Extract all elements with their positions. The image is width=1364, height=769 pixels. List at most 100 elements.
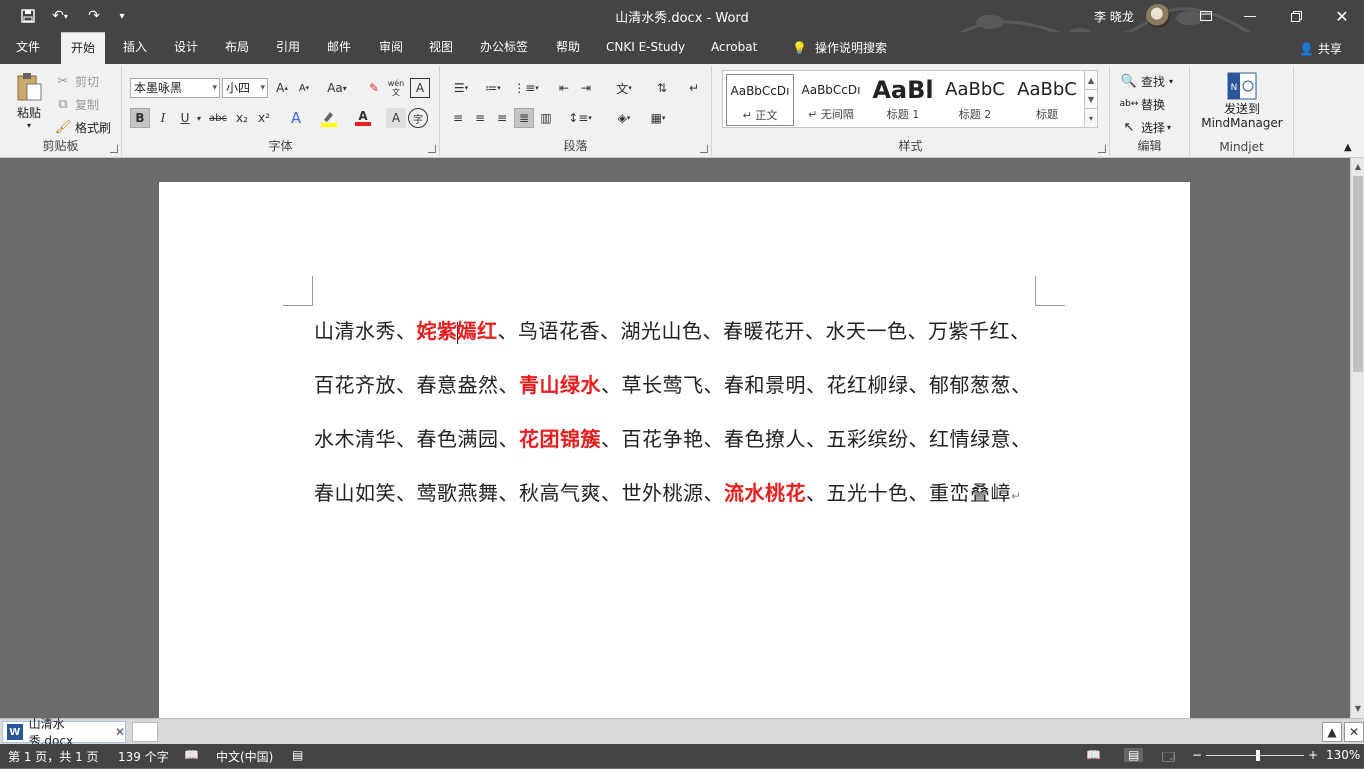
- restore-icon[interactable]: [1284, 4, 1308, 28]
- minimize-icon[interactable]: —: [1238, 4, 1262, 28]
- style-normal[interactable]: AaBbCcDı ↵ 正文: [726, 74, 794, 126]
- document-page[interactable]: 山清水秀、姹紫嫣红、鸟语花香、湖光山色、春暖花开、水天一色、万紫千红、 百花齐放、…: [159, 182, 1190, 718]
- language[interactable]: 中文(中国): [216, 748, 273, 765]
- close-icon[interactable]: ✕: [1330, 4, 1354, 28]
- proofing-icon[interactable]: 📖: [184, 748, 199, 762]
- text-line[interactable]: 百花齐放、春意盎然、青山绿水、草长莺飞、春和景明、花红柳绿、郁郁葱葱、: [314, 370, 1044, 424]
- asian-layout-icon[interactable]: 文 ▾: [610, 78, 638, 98]
- ribbon-display-options-icon[interactable]: [1194, 4, 1218, 28]
- tab-layout[interactable]: 布局: [215, 32, 259, 64]
- style-no-spacing[interactable]: AaBbCcDı ↵ 无间隔: [797, 74, 865, 126]
- copy-button[interactable]: ⧉ 复制: [54, 95, 99, 113]
- clear-formatting-icon[interactable]: ✎: [364, 78, 384, 98]
- word-count[interactable]: 139 个字: [118, 748, 169, 765]
- zoom-out-button[interactable]: −: [1192, 748, 1202, 762]
- chevron-down-icon[interactable]: ▼: [1085, 90, 1097, 109]
- tabs-close-icon[interactable]: ✕: [1344, 722, 1364, 742]
- paragraph-launcher-icon[interactable]: [700, 145, 708, 153]
- superscript-button[interactable]: x²: [254, 108, 274, 128]
- tab-design[interactable]: 设计: [164, 32, 208, 64]
- numbering-icon[interactable]: ≔ ▾: [480, 78, 506, 98]
- style-heading-2[interactable]: AaBbC 标题 2: [941, 74, 1009, 126]
- phonetic-guide-button[interactable]: wén 文: [386, 78, 406, 98]
- find-button[interactable]: 🔍 查找 ▾: [1120, 72, 1173, 90]
- font-color-button[interactable]: A: [352, 108, 374, 128]
- align-right-icon[interactable]: ≡: [492, 108, 512, 128]
- scroll-down-icon[interactable]: ▼: [1351, 702, 1364, 716]
- document-tab[interactable]: W 山清水秀.docx ✕: [2, 717, 126, 748]
- zoom-level[interactable]: 130%: [1326, 748, 1360, 762]
- char-border-icon[interactable]: A: [410, 78, 430, 98]
- cut-button[interactable]: ✂ 剪切: [54, 72, 99, 90]
- bold-button[interactable]: B: [130, 108, 150, 128]
- style-title[interactable]: AaBbC 标题: [1013, 74, 1081, 126]
- font-name-combo[interactable]: 本墨咏黑 ▾: [130, 78, 220, 98]
- scroll-up-icon[interactable]: ▲: [1351, 160, 1364, 174]
- read-mode-icon[interactable]: 📖: [1086, 748, 1101, 762]
- strikethrough-button[interactable]: abc: [208, 108, 228, 128]
- tab-home[interactable]: 开始: [61, 32, 106, 64]
- scroll-thumb[interactable]: [1353, 176, 1363, 372]
- show-marks-icon[interactable]: ↵: [684, 78, 704, 98]
- char-shading-button[interactable]: A: [386, 108, 406, 128]
- avatar[interactable]: [1146, 4, 1170, 28]
- shading-icon[interactable]: ◈ ▾: [610, 108, 638, 128]
- replace-button[interactable]: ab↔ 替换: [1120, 95, 1165, 113]
- user-name[interactable]: 李 晓龙: [1094, 8, 1134, 25]
- tab-help[interactable]: 帮助: [546, 32, 590, 64]
- italic-button[interactable]: I: [153, 108, 173, 128]
- font-size-combo[interactable]: 小四 ▾: [222, 78, 268, 98]
- increase-indent-icon[interactable]: ⇥: [576, 78, 596, 98]
- close-tab-icon[interactable]: ✕: [115, 725, 125, 739]
- zoom-slider[interactable]: [1206, 755, 1304, 756]
- font-launcher-icon[interactable]: [428, 145, 436, 153]
- chevron-up-icon[interactable]: ▲: [1085, 71, 1097, 90]
- borders-icon[interactable]: ▦ ▾: [644, 108, 672, 128]
- sort-icon[interactable]: ⇅: [652, 78, 672, 98]
- print-layout-icon[interactable]: ▤: [1124, 748, 1144, 762]
- zoom-slider-thumb[interactable]: [1256, 750, 1260, 761]
- page-count[interactable]: 第 1 页，共 1 页: [8, 748, 99, 765]
- paste-button[interactable]: 粘贴 ▾: [10, 72, 48, 130]
- paste-dropdown-icon[interactable]: ▾: [27, 121, 31, 130]
- underline-button[interactable]: U: [175, 108, 195, 128]
- align-left-icon[interactable]: ≡: [448, 108, 468, 128]
- tabs-menu-icon[interactable]: ▲: [1322, 722, 1342, 742]
- underline-dropdown-icon[interactable]: ▾: [194, 108, 204, 128]
- tab-mailings[interactable]: 邮件: [317, 32, 361, 64]
- macro-record-icon[interactable]: ▤: [292, 748, 303, 762]
- share-button[interactable]: 👤 共享: [1299, 40, 1342, 57]
- send-to-mindmanager-button[interactable]: N 发送到 MindManager: [1198, 72, 1286, 130]
- styles-launcher-icon[interactable]: [1098, 145, 1106, 153]
- highlight-button[interactable]: [318, 108, 340, 128]
- clipboard-launcher-icon[interactable]: [110, 145, 118, 153]
- subscript-button[interactable]: x₂: [232, 108, 252, 128]
- shrink-font-icon[interactable]: A ▾: [294, 78, 314, 98]
- tab-file[interactable]: 文件: [6, 32, 50, 64]
- collapse-ribbon-icon[interactable]: ▲: [1344, 142, 1352, 153]
- tab-cnki[interactable]: CNKI E-Study: [596, 32, 695, 64]
- zoom-in-button[interactable]: +: [1308, 748, 1318, 762]
- select-button[interactable]: ↖ 选择 ▾: [1120, 118, 1171, 136]
- tab-office-tabs[interactable]: 办公标签: [470, 32, 538, 64]
- more-styles-icon[interactable]: ▾: [1085, 109, 1097, 128]
- web-layout-icon[interactable]: 🗔: [1162, 748, 1175, 769]
- tab-insert[interactable]: 插入: [113, 32, 157, 64]
- line-spacing-icon[interactable]: ↕≡ ▾: [566, 108, 594, 128]
- format-painter-button[interactable]: 🖌 格式刷: [54, 118, 111, 136]
- text-line[interactable]: 山清水秀、姹紫嫣红、鸟语花香、湖光山色、春暖花开、水天一色、万紫千红、: [314, 316, 1044, 370]
- style-heading-1[interactable]: AaBl 标题 1: [869, 74, 937, 126]
- document-body-text[interactable]: 山清水秀、姹紫嫣红、鸟语花香、湖光山色、春暖花开、水天一色、万紫千红、 百花齐放、…: [314, 316, 1044, 532]
- text-line[interactable]: 春山如笑、莺歌燕舞、秋高气爽、世外桃源、流水桃花、五光十色、重峦叠嶂↵: [314, 478, 1044, 532]
- distributed-icon[interactable]: ▥: [536, 108, 556, 128]
- tab-view[interactable]: 视图: [419, 32, 463, 64]
- text-effects-button[interactable]: A: [286, 108, 306, 128]
- tab-references[interactable]: 引用: [266, 32, 310, 64]
- tab-acrobat[interactable]: Acrobat: [701, 32, 767, 64]
- align-center-icon[interactable]: ≡: [470, 108, 490, 128]
- vertical-scrollbar[interactable]: ▲ ▼: [1350, 158, 1364, 718]
- tab-review[interactable]: 审阅: [369, 32, 413, 64]
- bullets-icon[interactable]: ☰ ▾: [448, 78, 474, 98]
- grow-font-icon[interactable]: A ▴: [272, 78, 292, 98]
- justify-icon[interactable]: ≣: [514, 108, 534, 128]
